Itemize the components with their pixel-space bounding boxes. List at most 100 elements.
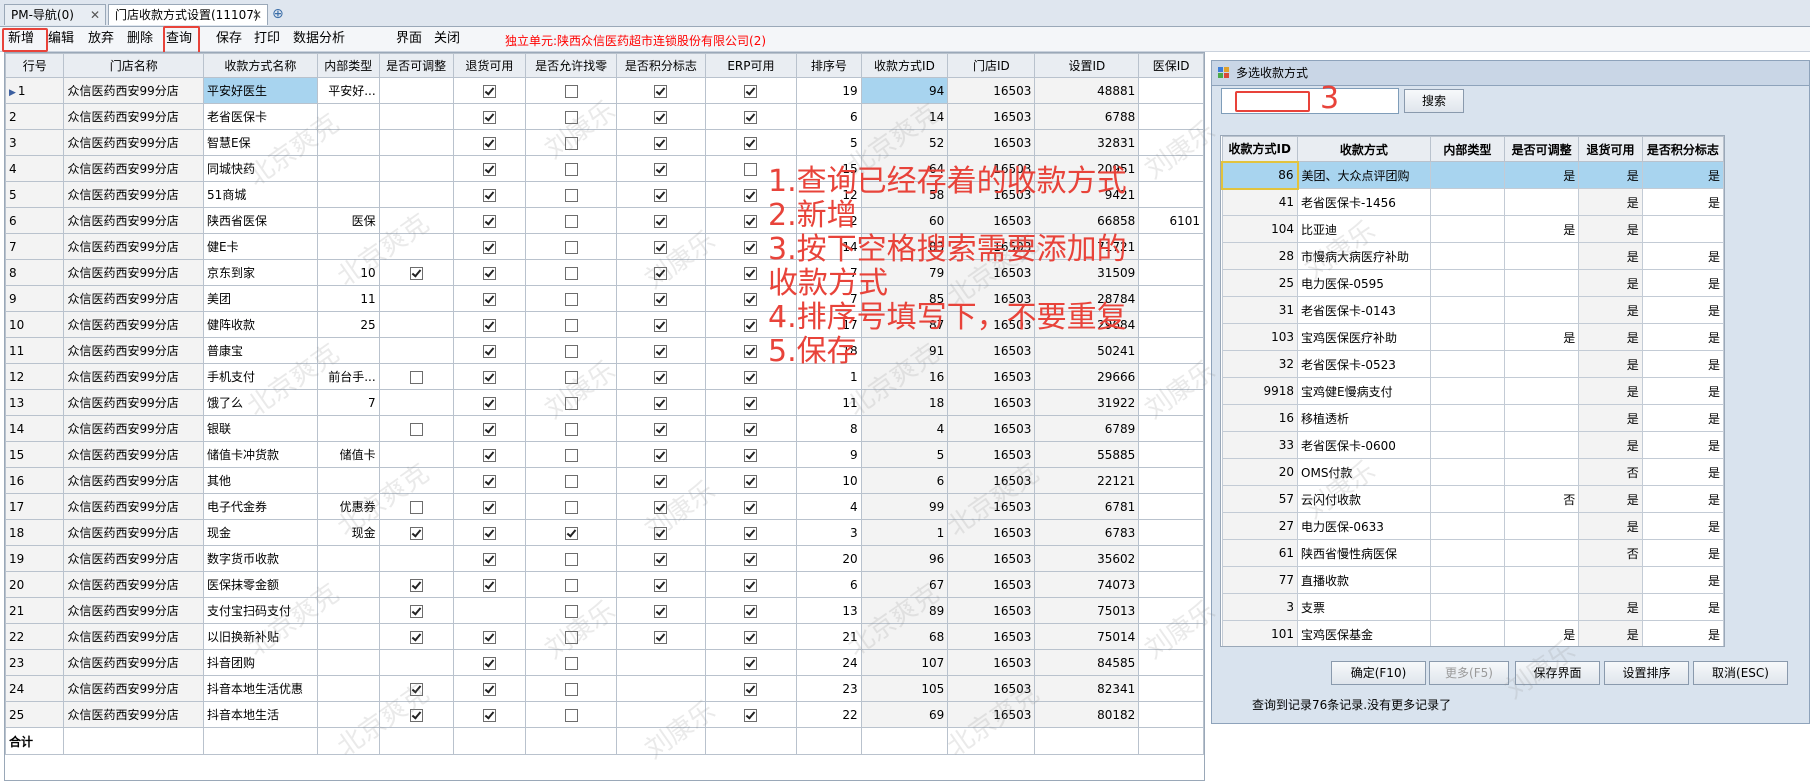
allow-change-checkbox[interactable] [564,708,578,722]
insurance-id[interactable] [1138,155,1204,182]
search-button[interactable]: 搜索 [1404,89,1464,113]
payment-name[interactable]: 医保抹零金额 [203,571,318,598]
column-header[interactable]: 门店名称 [63,53,205,78]
allow-change-checkbox[interactable] [564,656,578,670]
payment-name[interactable]: 以旧换新补贴 [203,623,318,650]
allow-change-checkbox[interactable] [564,396,578,410]
save-layout-button[interactable]: 保存界面 [1515,661,1600,685]
options-column-header[interactable]: 是否可调整 [1504,136,1580,162]
sort-number[interactable]: 9 [796,441,862,468]
print-button[interactable]: 打印 [254,31,280,47]
insurance-id[interactable] [1138,103,1204,130]
delete-button[interactable]: 删除 [127,31,153,47]
payment-name[interactable]: 现金 [203,519,318,546]
insurance-id[interactable] [1138,77,1204,104]
table-row[interactable]: ▶ 1 众信医药西安99分店 平安好医生 平安好... 19 94 16503 48881 [5,77,1204,104]
payment-name[interactable]: 51商城 [203,181,318,208]
payment-name[interactable]: 普康宝 [203,337,318,364]
allow-change-checkbox[interactable] [564,344,578,358]
inner-type[interactable]: 25 [316,311,380,338]
column-header[interactable]: 门店ID [947,53,1036,78]
column-header[interactable]: 医保ID [1138,53,1204,78]
allow-change-checkbox[interactable] [564,500,578,514]
return-enabled-checkbox[interactable] [482,84,496,98]
inner-type[interactable]: 现金 [316,519,380,546]
erp-enabled-checkbox[interactable] [744,162,758,176]
insurance-id[interactable] [1138,701,1204,728]
options-column-header[interactable]: 是否积分标志 [1641,136,1724,162]
allow-change-checkbox[interactable] [564,474,578,488]
erp-enabled-checkbox[interactable] [744,656,758,670]
erp-enabled-checkbox[interactable] [744,682,758,696]
sort-number[interactable]: 20 [796,545,862,572]
insurance-id[interactable] [1138,363,1204,390]
option-row[interactable]: 20 OMS付款 否是 [1221,458,1724,486]
erp-enabled-checkbox[interactable] [744,318,758,332]
inner-type[interactable]: 11 [316,285,380,312]
insurance-id[interactable] [1138,467,1204,494]
option-row[interactable]: 25 电力医保-0595 是是 [1221,269,1724,297]
payment-name[interactable]: 老省医保卡 [203,103,318,130]
inner-type[interactable]: 医保 [316,207,380,234]
allow-change-checkbox[interactable] [564,214,578,228]
payment-name[interactable]: 陕西省医保 [203,207,318,234]
layout-button[interactable]: 界面 [396,31,422,47]
erp-enabled-checkbox[interactable] [744,526,758,540]
allow-change-checkbox[interactable] [564,604,578,618]
sort-number[interactable]: 5 [796,129,862,156]
data-analysis-button[interactable]: 数据分析 [293,31,345,47]
erp-enabled-checkbox[interactable] [744,500,758,514]
payment-name[interactable]: 手机支付 [203,363,318,390]
return-enabled-checkbox[interactable] [482,552,496,566]
option-row[interactable]: 9918 宝鸡健E慢病支付 是是 [1221,377,1724,405]
adjustable-checkbox[interactable] [409,630,423,644]
insurance-id[interactable] [1138,623,1204,650]
payment-name[interactable]: 京东到家 [203,259,318,286]
allow-change-checkbox[interactable] [564,240,578,254]
inner-type[interactable]: 优惠券 [316,493,380,520]
adjustable-checkbox[interactable] [409,708,423,722]
inner-type[interactable]: 前台手... [316,363,380,390]
column-header[interactable]: 是否允许找零 [525,53,617,78]
return-enabled-checkbox[interactable] [482,318,496,332]
sort-number[interactable]: 8 [796,415,862,442]
sort-number[interactable]: 21 [796,623,862,650]
table-row[interactable]: 15 众信医药西安99分店 储值卡冲货款 储值卡 9 5 16503 55885 [5,441,1204,468]
allow-change-checkbox[interactable] [564,422,578,436]
return-enabled-checkbox[interactable] [482,448,496,462]
payment-name[interactable]: 美团 [203,285,318,312]
allow-change-checkbox[interactable] [564,188,578,202]
inner-type[interactable] [316,649,380,676]
insurance-id[interactable] [1138,545,1204,572]
insurance-id[interactable] [1138,415,1204,442]
payment-name[interactable]: 智慧E保 [203,129,318,156]
option-row[interactable]: 86 美团、大众点评团购是是是 [1221,160,1724,190]
erp-enabled-checkbox[interactable] [744,474,758,488]
table-row[interactable]: 2 众信医药西安99分店 老省医保卡 6 14 16503 6788 [5,103,1204,130]
insurance-id[interactable] [1138,649,1204,676]
table-row[interactable]: 17 众信医药西安99分店 电子代金券 优惠券 4 99 16503 6781 [5,493,1204,520]
column-header[interactable]: 排序号 [796,53,862,78]
sort-number[interactable]: 24 [796,649,862,676]
adjustable-checkbox[interactable] [409,422,423,436]
erp-enabled-checkbox[interactable] [744,708,758,722]
table-row[interactable]: 25 众信医药西安99分店 抖音本地生活 22 69 16503 80182 [5,701,1204,728]
erp-enabled-checkbox[interactable] [744,188,758,202]
table-row[interactable]: 21 众信医药西安99分店 支付宝扫码支付 13 89 16503 75013 [5,597,1204,624]
sort-number[interactable]: 3 [796,519,862,546]
allow-change-checkbox[interactable] [564,552,578,566]
return-enabled-checkbox[interactable] [482,344,496,358]
column-header[interactable]: 行号 [5,53,65,78]
points-flag-checkbox[interactable] [654,422,668,436]
erp-enabled-checkbox[interactable] [744,292,758,306]
inner-type[interactable] [316,467,380,494]
inner-type[interactable]: 平安好... [316,77,380,104]
return-enabled-checkbox[interactable] [482,136,496,150]
cancel-button[interactable]: 取消(ESC) [1693,661,1788,685]
payment-name[interactable]: 抖音本地生活优惠 [203,675,318,702]
inner-type[interactable] [316,129,380,156]
save-button[interactable]: 保存 [216,31,242,47]
insurance-id[interactable] [1138,337,1204,364]
allow-change-checkbox[interactable] [564,370,578,384]
close-button[interactable]: 关闭 [434,31,460,47]
